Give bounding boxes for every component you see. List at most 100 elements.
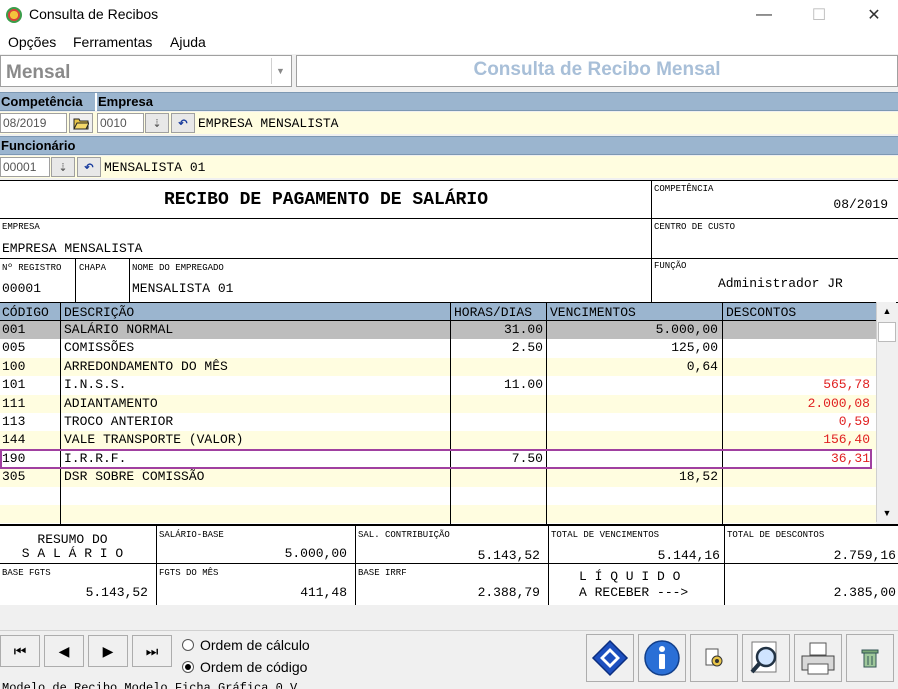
cell-descricao: SALÁRIO NORMAL — [64, 322, 174, 337]
mode-select-value: Mensal — [6, 62, 71, 83]
table-row[interactable] — [0, 486, 876, 505]
table-row[interactable]: 100 ARREDONDAMENTO DO MÊS 0,64 — [0, 357, 876, 377]
info-icon — [644, 640, 680, 676]
registro-label: Nº REGISTRO — [2, 263, 62, 273]
undo-icon[interactable]: ↶ — [77, 157, 101, 177]
cell-descricao: ARREDONDAMENTO DO MÊS — [64, 358, 228, 374]
folder-open-icon[interactable] — [69, 113, 93, 133]
cell-descricao: TROCO ANTERIOR — [64, 414, 174, 429]
cell-codigo: 100 — [2, 358, 26, 374]
minimize-button[interactable]: — — [741, 0, 787, 30]
base-fgts-cell: BASE FGTS 5.143,52 — [0, 564, 157, 605]
radio-button-unchecked[interactable] — [182, 639, 194, 651]
cell-codigo: 111 — [2, 395, 26, 411]
settings-button[interactable] — [690, 634, 738, 682]
next-record-button[interactable]: ▶ — [88, 635, 128, 667]
total-descontos-label: TOTAL DE DESCONTOS — [727, 530, 825, 540]
liquido-line2: A RECEBER ---> — [579, 585, 689, 600]
order-code-radio[interactable]: Ordem de código — [180, 659, 380, 677]
radio-button-checked[interactable] — [182, 661, 194, 673]
scroll-up-icon[interactable]: ▲ — [878, 302, 896, 320]
recalculate-button[interactable] — [586, 634, 634, 682]
table-row[interactable] — [0, 505, 876, 524]
menu-ferramentas[interactable]: Ferramentas — [73, 34, 152, 50]
empresa-cell: EMPRESA EMPRESA MENSALISTA — [0, 219, 652, 259]
funcionario-code-input[interactable]: 00001 — [0, 157, 50, 177]
preview-button[interactable] — [742, 634, 790, 682]
download-icon[interactable]: ⇣ — [145, 113, 169, 133]
grid-scrollbar[interactable]: ▲ ▼ — [876, 302, 896, 522]
order-calc-radio[interactable]: Ordem de cálculo — [180, 637, 380, 655]
funcionario-label: Funcionário — [1, 138, 76, 153]
cell-codigo: 113 — [2, 414, 26, 429]
competencia-input[interactable]: 08/2019 — [0, 113, 67, 133]
cell-codigo: 005 — [2, 340, 26, 356]
menu-ajuda[interactable]: Ajuda — [170, 34, 206, 50]
chevron-down-icon[interactable]: ▼ — [271, 58, 289, 84]
download-icon[interactable]: ⇣ — [51, 157, 75, 177]
column-header-descricao[interactable]: DESCRIÇÃO — [64, 305, 134, 320]
cell-descricao: COMISSÕES — [64, 340, 135, 356]
funcao-label: FUNÇÃO — [654, 261, 687, 271]
header-title: Consulta de Recibo Mensal — [473, 59, 721, 80]
chapa-label: CHAPA — [79, 263, 107, 273]
undo-icon[interactable]: ↶ — [171, 113, 195, 133]
liquido-value: 2.385,00 — [833, 585, 896, 600]
registro-value: 00001 — [2, 281, 42, 296]
scroll-down-icon[interactable]: ▼ — [878, 504, 896, 522]
mode-select[interactable]: Mensal ▼ — [0, 55, 292, 87]
column-header-horas[interactable]: HORAS/DIAS — [454, 305, 532, 320]
funcionario-name: MENSALISTA 01 — [104, 160, 206, 175]
delete-button[interactable] — [846, 634, 894, 682]
column-header-descontos[interactable]: DESCONTOS — [726, 305, 796, 320]
cell-horas: 31.00 — [503, 322, 543, 337]
receipt-header: RECIBO DE PAGAMENTO DE SALÁRIO COMPETÊNC… — [0, 180, 898, 303]
competencia-empresa-row: 08/2019 0010 ⇣ ↶ EMPRESA MENSALISTA — [0, 112, 898, 134]
salario-base-value: 5.000,00 — [284, 546, 347, 561]
first-record-button[interactable]: ⏮ — [0, 635, 40, 667]
base-irrf-value: 2.388,79 — [477, 585, 540, 600]
print-button[interactable] — [794, 634, 842, 682]
table-row[interactable]: 005 COMISSÕES 2.50 125,00 — [0, 339, 876, 358]
order-code-label: Ordem de código — [200, 659, 308, 675]
table-row[interactable]: 111 ADIANTAMENTO 2.000,08 — [0, 394, 876, 413]
menu-opcoes[interactable]: Opções — [8, 34, 56, 50]
cell-vencimentos: 0,64 — [686, 358, 718, 374]
receipt-title-cell: RECIBO DE PAGAMENTO DE SALÁRIO — [0, 181, 652, 219]
column-header-codigo[interactable]: CÓDIGO — [2, 305, 49, 320]
last-record-button[interactable]: ⏭ — [132, 635, 172, 667]
nome-value: MENSALISTA 01 — [132, 281, 234, 296]
menu-bar: Opções Ferramentas Ajuda — [0, 30, 898, 54]
grid-column-divider — [60, 302, 61, 524]
resumo-line1: RESUMO DO — [37, 532, 108, 547]
table-row[interactable]: 113 TROCO ANTERIOR 0,59 — [0, 413, 876, 432]
empresa-code-input[interactable]: 0010 — [97, 113, 144, 133]
registro-cell: Nº REGISTRO 00001 — [0, 259, 76, 303]
empresa-name: EMPRESA MENSALISTA — [198, 116, 339, 131]
liquido-line1: L Í Q U I D O — [579, 569, 681, 584]
previous-record-button[interactable]: ◀ — [44, 635, 84, 667]
scroll-thumb[interactable] — [878, 322, 896, 342]
cell-codigo: 001 — [2, 322, 26, 337]
total-descontos-cell: TOTAL DE DESCONTOS 2.759,16 — [725, 526, 898, 564]
gear-document-icon — [705, 648, 723, 667]
table-row[interactable]: 101 I.N.S.S. 11.00 565,78 — [0, 376, 876, 395]
recalculate-icon — [591, 639, 629, 677]
sal-contribuicao-cell: SAL. CONTRIBUIÇÃO 5.143,52 — [356, 526, 549, 564]
cell-codigo: 305 — [2, 469, 26, 485]
fgts-mes-value: 411,48 — [300, 585, 347, 600]
header-title-panel: Consulta de Recibo Mensal — [296, 55, 898, 87]
column-header-vencimentos[interactable]: VENCIMENTOS — [550, 305, 636, 320]
table-row[interactable]: 001 SALÁRIO NORMAL 31.00 5.000,00 — [0, 321, 876, 340]
table-row[interactable]: 305 DSR SOBRE COMISSÃO 18,52 — [0, 468, 876, 487]
info-button[interactable] — [638, 634, 686, 682]
cell-vencimentos: 125,00 — [671, 340, 718, 356]
competencia-cell: COMPETÊNCIA 08/2019 — [652, 181, 898, 219]
title-bar: Consulta de Recibos — ☐ ✕ — [0, 0, 898, 30]
table-row[interactable]: 144 VALE TRANSPORTE (VALOR) 156,40 — [0, 431, 876, 450]
maximize-button[interactable]: ☐ — [796, 0, 842, 30]
funcao-value: Administrador JR — [718, 276, 843, 291]
close-button[interactable]: ✕ — [851, 0, 897, 30]
grid-header: CÓDIGO DESCRIÇÃO HORAS/DIAS VENCIMENTOS … — [0, 302, 876, 321]
competencia-value: 08/2019 — [833, 197, 888, 212]
